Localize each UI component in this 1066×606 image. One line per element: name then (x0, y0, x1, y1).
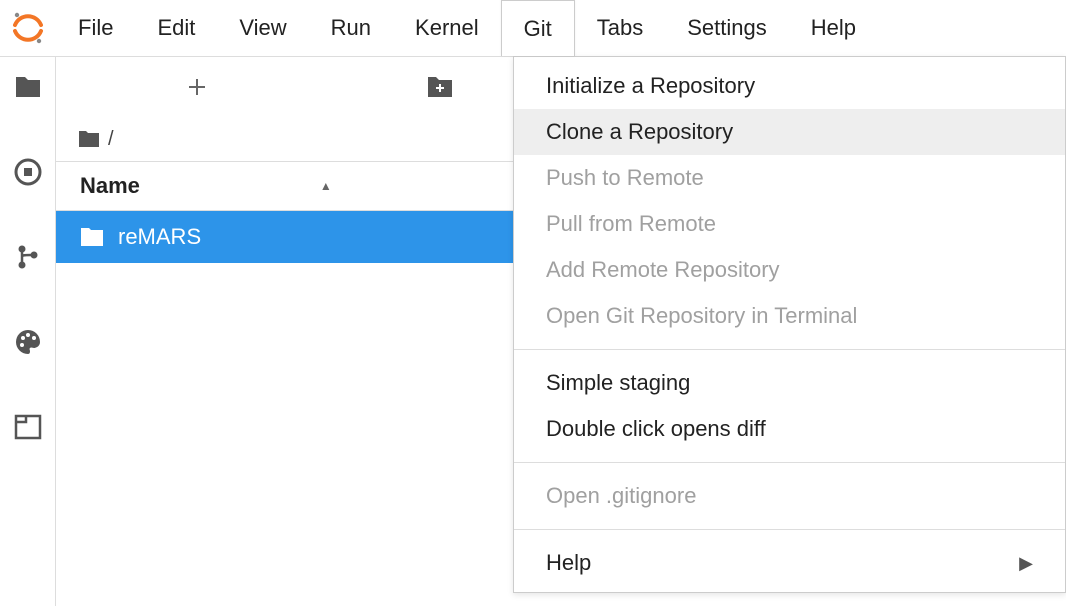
sort-ascending-icon: ▲ (320, 179, 332, 193)
new-folder-button[interactable] (425, 72, 455, 102)
column-name[interactable]: Name (80, 173, 140, 199)
git-menu-dropdown: Initialize a Repository Clone a Reposito… (513, 56, 1066, 593)
menu-tabs[interactable]: Tabs (575, 0, 665, 56)
menu-simple-staging[interactable]: Simple staging (514, 360, 1065, 406)
menu-clone-repository[interactable]: Clone a Repository (514, 109, 1065, 155)
menu-run[interactable]: Run (309, 0, 393, 56)
menu-kernel[interactable]: Kernel (393, 0, 501, 56)
menu-git[interactable]: Git (501, 0, 575, 56)
menu-file[interactable]: File (56, 0, 135, 56)
menu-separator (514, 462, 1065, 463)
folder-icon[interactable] (13, 72, 43, 102)
menu-separator (514, 529, 1065, 530)
menu-push-remote: Push to Remote (514, 155, 1065, 201)
menu-double-click-diff[interactable]: Double click opens diff (514, 406, 1065, 452)
jupyter-logo (0, 0, 56, 56)
folder-icon (78, 130, 100, 148)
git-icon[interactable] (13, 242, 43, 272)
menu-separator (514, 349, 1065, 350)
menu-initialize-repository[interactable]: Initialize a Repository (514, 63, 1065, 109)
menu-settings[interactable]: Settings (665, 0, 789, 56)
palette-icon[interactable] (13, 327, 43, 357)
menu-view[interactable]: View (217, 0, 308, 56)
running-icon[interactable] (13, 157, 43, 187)
tabs-icon[interactable] (13, 412, 43, 442)
menu-help[interactable]: Help ▶ (514, 540, 1065, 586)
folder-icon (80, 227, 104, 247)
menu-add-remote: Add Remote Repository (514, 247, 1065, 293)
menu-edit[interactable]: Edit (135, 0, 217, 56)
new-launcher-button[interactable] (182, 72, 212, 102)
menu-help[interactable]: Help (789, 0, 878, 56)
submenu-arrow-icon: ▶ (1019, 553, 1033, 574)
menu-pull-remote: Pull from Remote (514, 201, 1065, 247)
menu-open-terminal: Open Git Repository in Terminal (514, 293, 1065, 339)
menu-open-gitignore: Open .gitignore (514, 473, 1065, 519)
breadcrumb-path: / (108, 128, 114, 151)
